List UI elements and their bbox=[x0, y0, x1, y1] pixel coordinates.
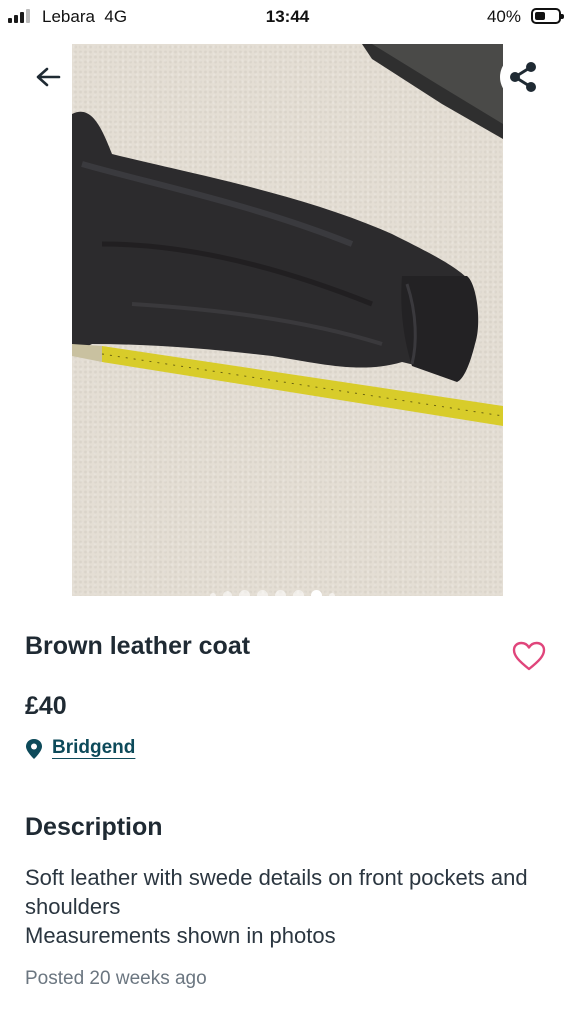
status-bar: Lebara 4G 13:44 40% bbox=[0, 0, 575, 34]
coat-sleeve-image bbox=[72, 44, 503, 426]
description-heading: Description bbox=[25, 813, 163, 841]
gallery-dot[interactable] bbox=[275, 590, 286, 601]
gallery-dot[interactable] bbox=[210, 592, 216, 599]
description-line: Soft leather with swede details on front… bbox=[25, 865, 528, 919]
gallery-dot[interactable] bbox=[257, 590, 268, 601]
gallery-dot[interactable] bbox=[293, 590, 304, 601]
photo-gallery[interactable] bbox=[0, 34, 575, 604]
back-button[interactable] bbox=[25, 54, 71, 100]
description-line: Measurements shown in photos bbox=[25, 923, 336, 948]
arrow-left-icon bbox=[36, 67, 61, 87]
gallery-dot[interactable] bbox=[329, 592, 335, 599]
posted-date: Posted 20 weeks ago bbox=[25, 968, 207, 989]
location-pin-icon bbox=[26, 739, 42, 759]
share-icon bbox=[510, 62, 536, 92]
listing-price: £40 bbox=[25, 692, 67, 720]
description-text: Soft leather with swede details on front… bbox=[25, 863, 555, 950]
location-link[interactable]: Bridgend bbox=[52, 737, 135, 759]
favourite-button[interactable] bbox=[508, 636, 550, 676]
gallery-dot[interactable] bbox=[223, 591, 232, 600]
gallery-pagination bbox=[210, 590, 335, 601]
heart-icon bbox=[512, 641, 546, 671]
listing-title: Brown leather coat bbox=[25, 632, 251, 660]
share-button[interactable] bbox=[500, 54, 546, 100]
gallery-dot[interactable] bbox=[239, 590, 250, 601]
battery-percent: 40% bbox=[486, 7, 521, 26]
battery-icon bbox=[531, 8, 564, 24]
gallery-dot-active[interactable] bbox=[311, 590, 322, 601]
listing-photo[interactable] bbox=[72, 44, 503, 596]
